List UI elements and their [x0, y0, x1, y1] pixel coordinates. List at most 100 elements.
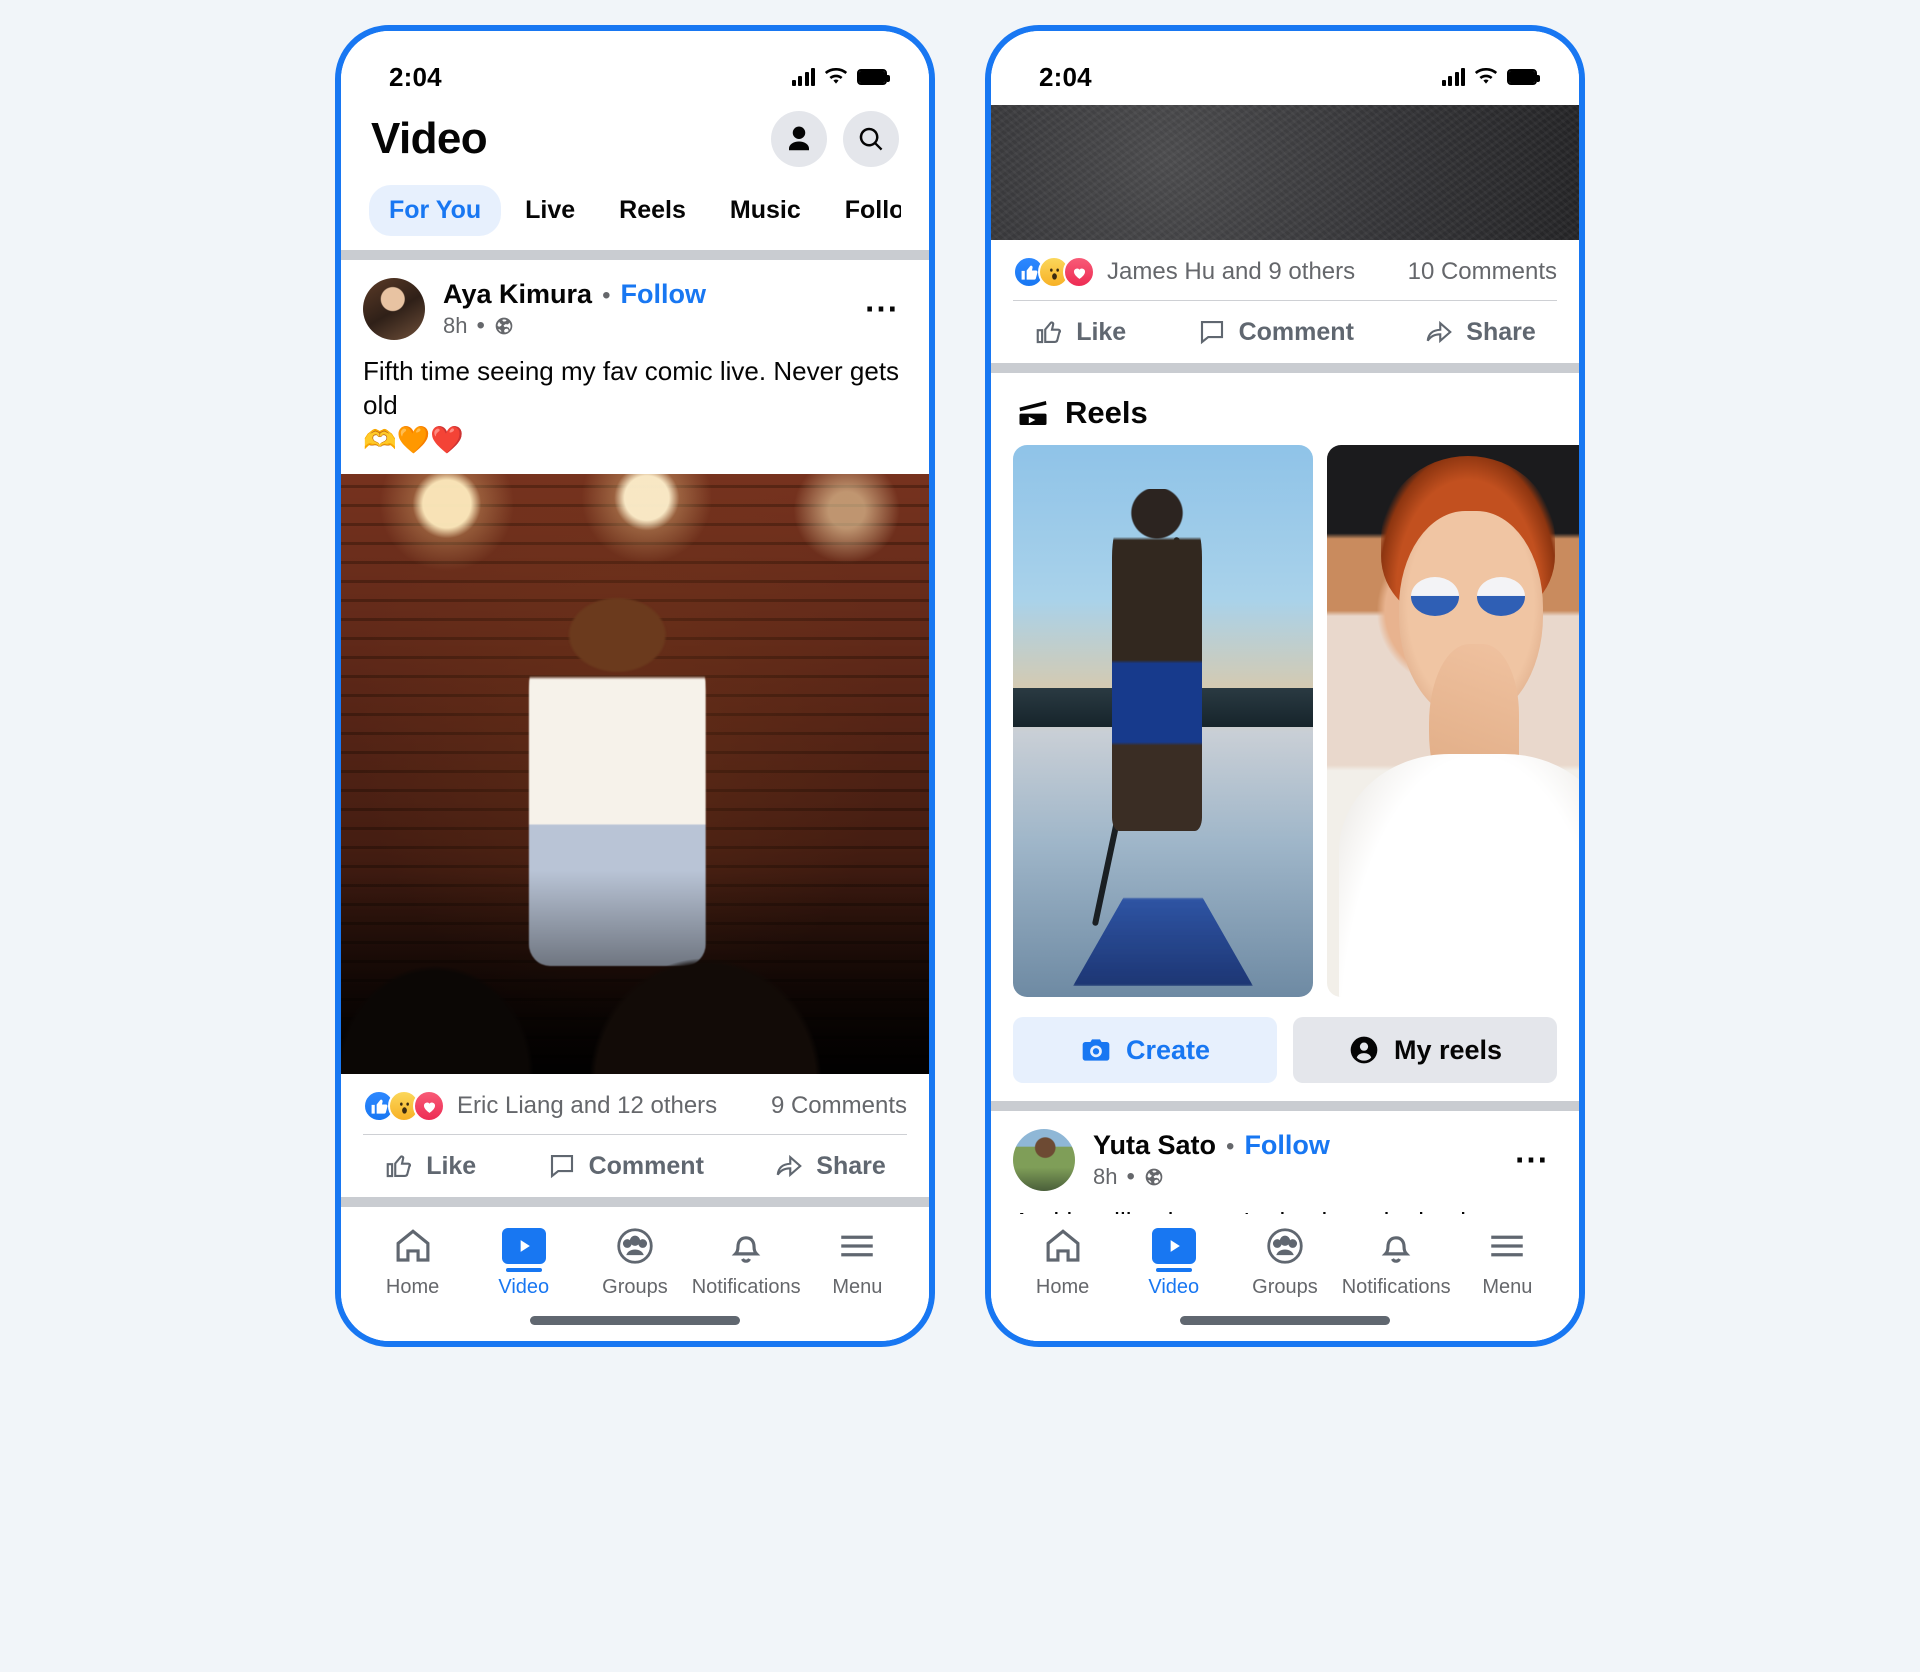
nav-menu[interactable]: Menu [1455, 1224, 1559, 1299]
section-divider [991, 363, 1579, 373]
reaction-names[interactable]: James Hu and 9 others [1107, 258, 1355, 286]
bell-icon [725, 1224, 767, 1268]
home-indicator-right [991, 1299, 1579, 1341]
screenshot-root: 2:04 Video For You Live Reels Music Foll… [0, 0, 1920, 1672]
separator-dot: • [1226, 1132, 1235, 1160]
like-button[interactable]: Like [384, 1151, 476, 1181]
separator-dot: • [602, 281, 611, 309]
hamburger-menu-icon [836, 1224, 878, 1268]
section-divider [991, 1101, 1579, 1111]
nav-video[interactable]: Video [472, 1224, 576, 1299]
left-feed[interactable]: Aya Kimura • Follow 8h • ⋯ Fifth time se… [341, 260, 929, 1214]
avatar[interactable] [363, 278, 425, 340]
post-yuta-sato: Yuta Sato • Follow 8h • ⋯ [991, 1111, 1579, 1214]
profile-circle-icon [1350, 1036, 1378, 1064]
thumbs-up-icon [386, 1155, 412, 1178]
status-bar-left: 2:04 [341, 31, 929, 105]
battery-icon [1507, 69, 1540, 85]
post-timestamp: 8h [443, 312, 468, 338]
battery-icon [857, 69, 890, 85]
status-icons [1441, 68, 1540, 86]
reaction-pills[interactable] [363, 1090, 445, 1123]
comment-count[interactable]: 10 Comments [1408, 258, 1557, 286]
separator-dot: • [1126, 1162, 1135, 1190]
follow-button[interactable]: Follow [620, 279, 705, 310]
post-header: Aya Kimura • Follow 8h • ⋯ [341, 260, 929, 348]
nav-video[interactable]: Video [1122, 1224, 1226, 1299]
share-label: Share [816, 1151, 886, 1180]
nav-groups[interactable]: Groups [1233, 1224, 1337, 1299]
kebab-menu-icon[interactable]: ⋯ [864, 292, 907, 326]
post-media-comic[interactable] [341, 474, 929, 1075]
cellular-signal-icon [791, 68, 815, 86]
video-play-icon [501, 1224, 546, 1272]
status-time: 2:04 [389, 61, 442, 92]
comment-bubble-icon [550, 1155, 573, 1179]
cellular-signal-icon [1441, 68, 1465, 86]
reels-rail[interactable] [991, 445, 1579, 997]
left-phone-frame: 2:04 Video For You Live Reels Music Foll… [335, 25, 935, 1347]
bottom-nav-left: Home Video Groups Notifications Menu [341, 1214, 929, 1299]
nav-label: Notifications [1341, 1276, 1451, 1298]
home-icon [1042, 1224, 1084, 1268]
create-reel-button[interactable]: Create [1013, 1017, 1277, 1083]
right-feed[interactable]: James Hu and 9 others 10 Comments Like C… [991, 105, 1579, 1214]
reels-header: Reels [991, 373, 1579, 445]
comment-label: Comment [588, 1151, 704, 1180]
bell-icon [1375, 1224, 1417, 1268]
nav-menu[interactable]: Menu [805, 1224, 909, 1299]
post-timestamp: 8h [1093, 1163, 1118, 1189]
nav-notifications[interactable]: Notifications [1341, 1224, 1451, 1299]
profile-avatar-icon[interactable] [771, 111, 827, 167]
reel-paddleboarder[interactable] [1013, 445, 1313, 997]
avatar[interactable] [1013, 1129, 1075, 1191]
camera-icon [1082, 1039, 1110, 1061]
search-icon[interactable] [843, 111, 899, 167]
nav-label: Menu [1482, 1276, 1533, 1298]
like-label: Like [1076, 317, 1127, 346]
follow-button[interactable]: Follow [1244, 1130, 1329, 1161]
section-divider [341, 250, 929, 260]
reels-buttons: Create My reels [991, 997, 1579, 1101]
share-button[interactable]: Share [774, 1151, 886, 1181]
video-play-icon [1151, 1224, 1196, 1272]
post-emoji: 🫶🧡❤️ [363, 424, 464, 455]
section-divider [341, 1197, 929, 1208]
reels-clapper-icon [1019, 401, 1047, 425]
wifi-icon [824, 68, 848, 84]
post-peek-tinas-world[interactable]: Tina's World • Follow [341, 1207, 929, 1214]
my-reels-label: My reels [1393, 1034, 1503, 1065]
comment-button[interactable]: Comment [1197, 317, 1354, 347]
tab-music[interactable]: Music [710, 185, 821, 236]
tab-live[interactable]: Live [505, 185, 595, 236]
tab-for-you[interactable]: For You [369, 185, 502, 236]
reel-makeup-artist[interactable] [1327, 445, 1579, 997]
post-media-dark[interactable] [991, 105, 1579, 240]
video-header: Video For You Live Reels Music Following [341, 105, 929, 250]
kebab-menu-icon[interactable]: ⋯ [1514, 1143, 1557, 1177]
nav-home[interactable]: Home [361, 1224, 465, 1299]
home-icon [392, 1224, 434, 1268]
post-author-name[interactable]: Aya Kimura [443, 279, 592, 310]
reaction-pills[interactable] [1013, 256, 1095, 288]
post-author-name[interactable]: Yuta Sato [1093, 1130, 1216, 1161]
comment-count[interactable]: 9 Comments [771, 1092, 907, 1120]
my-reels-button[interactable]: My reels [1293, 1017, 1557, 1083]
like-button[interactable]: Like [1034, 317, 1126, 347]
like-label: Like [426, 1151, 477, 1180]
reels-title: Reels [1065, 395, 1148, 430]
comment-button[interactable]: Comment [547, 1151, 704, 1181]
nav-label: Groups [1252, 1276, 1318, 1298]
nav-groups[interactable]: Groups [583, 1224, 687, 1299]
share-button[interactable]: Share [1424, 317, 1536, 347]
share-arrow-icon [1426, 320, 1453, 344]
nav-home[interactable]: Home [1011, 1224, 1115, 1299]
post-aya-kimura: Aya Kimura • Follow 8h • ⋯ Fifth time se… [341, 260, 929, 1198]
separator-dot: • [476, 311, 485, 339]
tab-following[interactable]: Following [825, 185, 901, 236]
nav-notifications[interactable]: Notifications [692, 1224, 801, 1299]
post-text-body: Fifth time seeing my fav comic live. Nev… [363, 356, 900, 421]
reaction-names[interactable]: Eric Liang and 12 others [457, 1092, 717, 1120]
tab-reels[interactable]: Reels [599, 185, 706, 236]
wifi-icon [1474, 68, 1498, 84]
